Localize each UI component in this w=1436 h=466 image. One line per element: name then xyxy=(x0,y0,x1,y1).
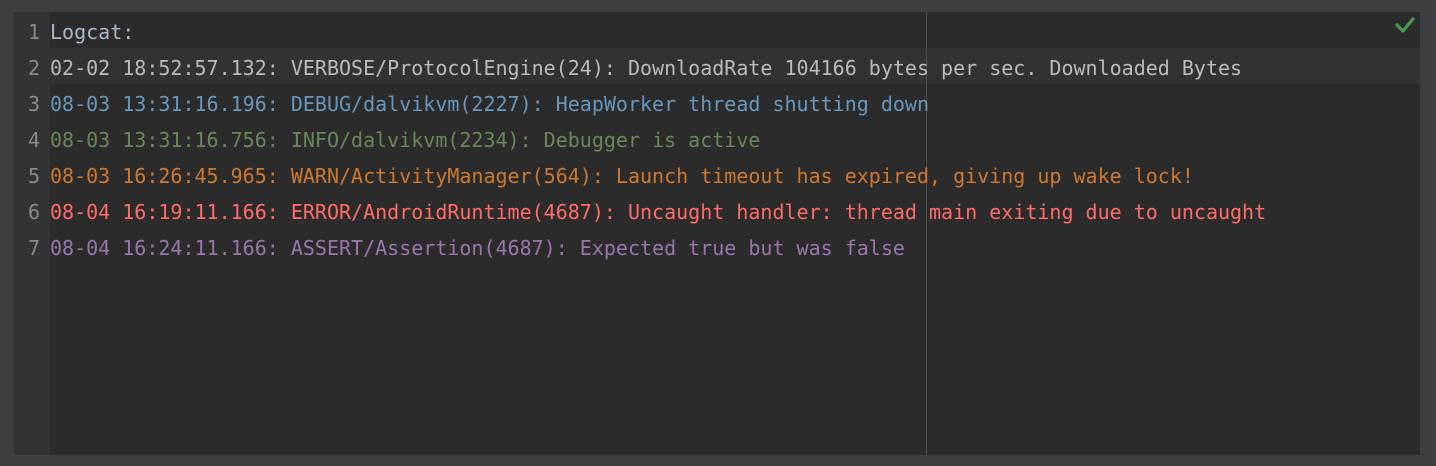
logcat-editor[interactable]: 1 2 3 4 5 6 7 Logcat: 02-02 18:52:57.132… xyxy=(14,12,1420,455)
code-area[interactable]: Logcat: 02-02 18:52:57.132: VERBOSE/Prot… xyxy=(50,12,1420,455)
log-line-warn[interactable]: 08-03 16:26:45.965: WARN/ActivityManager… xyxy=(50,158,1194,194)
line-number: 7 xyxy=(27,236,40,260)
line-number: 5 xyxy=(27,164,40,188)
line-number: 3 xyxy=(27,92,40,116)
line-number: 1 xyxy=(27,20,40,44)
check-icon[interactable] xyxy=(1394,14,1416,36)
line-number-gutter: 1 2 3 4 5 6 7 xyxy=(14,12,50,455)
line-number: 2 xyxy=(27,56,40,80)
line-number: 4 xyxy=(27,128,40,152)
log-line-error[interactable]: 08-04 16:19:11.166: ERROR/AndroidRuntime… xyxy=(50,194,1266,230)
line-number: 6 xyxy=(27,200,40,224)
log-line-debug[interactable]: 08-03 13:31:16.196: DEBUG/dalvikvm(2227)… xyxy=(50,86,929,122)
log-line-header[interactable]: Logcat: xyxy=(50,14,134,50)
log-line-assert[interactable]: 08-04 16:24:11.166: ASSERT/Assertion(468… xyxy=(50,230,905,266)
log-line-info[interactable]: 08-03 13:31:16.756: INFO/dalvikvm(2234):… xyxy=(50,122,760,158)
log-line-verbose[interactable]: 02-02 18:52:57.132: VERBOSE/ProtocolEngi… xyxy=(50,50,1242,86)
